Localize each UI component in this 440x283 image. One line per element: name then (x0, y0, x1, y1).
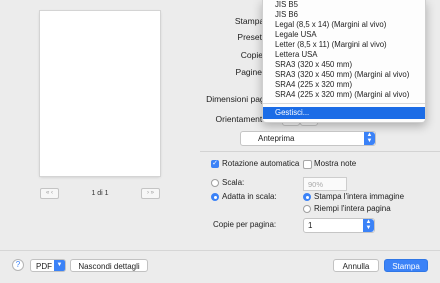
page-indicator: 1 di 1 (91, 190, 109, 197)
fit-scale-radio[interactable] (211, 193, 219, 201)
menu-item-sra3[interactable]: SRA3 (320 x 450 mm) (275, 60, 352, 69)
help-button[interactable]: ? (12, 259, 24, 271)
section-select-value: Anteprima (258, 134, 295, 143)
menu-item-manage[interactable]: Gestisci... (263, 107, 425, 119)
bottom-divider (0, 250, 440, 251)
chevron-updown-icon: ▲ ▼ (364, 132, 375, 145)
next-last-page-button[interactable]: › » (141, 188, 160, 199)
scale-radio[interactable] (211, 179, 219, 187)
print-preview-page (40, 11, 160, 176)
section-select[interactable]: Anteprima ▲ ▼ (240, 131, 376, 146)
show-notes-label: Mostra note (314, 159, 357, 168)
menu-item-jis-b6[interactable]: JIS B6 (275, 10, 298, 19)
scale-label: Scala: (222, 178, 245, 187)
pages-label: Pagine (235, 67, 262, 77)
print-entire-image-radio[interactable] (303, 193, 311, 201)
copies-per-page-select[interactable]: 1 ▲ ▼ (303, 218, 375, 233)
pdf-label: PDF (36, 261, 52, 271)
fit-scale-label: Adatta in scala: (222, 192, 277, 201)
menu-item-legal-us[interactable]: Legale USA (275, 30, 317, 39)
menu-item-letter-borderless[interactable]: Letter (8,5 x 11) (Margini al vivo) (275, 40, 387, 49)
hide-details-button[interactable]: Nascondi dettagli (70, 259, 148, 272)
fill-entire-paper-label: Riempi l'intera pagina (314, 204, 391, 213)
orientation-label: Orientamento (215, 114, 268, 124)
auto-rotate-checkbox[interactable]: ✓ (211, 160, 219, 168)
copies-per-page-label: Copie per pagina: (213, 220, 277, 229)
paper-size-menu: JIS B5 JIS B6 Legal (8,5 x 14) (Margini … (262, 0, 426, 123)
chevron-down-icon: ▼ (54, 260, 65, 271)
copies-label: Copie (240, 50, 263, 60)
pdf-menu-button[interactable]: PDF ▼ (30, 259, 66, 272)
menu-separator (263, 103, 425, 104)
menu-item-legal-borderless[interactable]: Legal (8,5 x 14) (Margini al vivo) (275, 20, 386, 29)
presets-label: Preset (237, 32, 262, 42)
preview-pager: « ‹ 1 di 1 › » (40, 188, 160, 199)
menu-item-sra3-borderless[interactable]: SRA3 (320 x 450 mm) (Margini al vivo) (275, 70, 409, 79)
cancel-button[interactable]: Annulla (333, 259, 379, 272)
auto-rotate-label: Rotazione automatica (222, 159, 300, 168)
section-divider (200, 151, 440, 152)
fill-entire-paper-radio[interactable] (303, 205, 311, 213)
copies-per-page-value: 1 (308, 221, 313, 230)
menu-item-sra4-borderless[interactable]: SRA4 (225 x 320 mm) (Margini al vivo) (275, 90, 409, 99)
menu-item-jis-b5[interactable]: JIS B5 (275, 0, 298, 9)
print-entire-image-label: Stampa l'intera immagine (314, 192, 405, 201)
chevron-updown-icon: ▲ ▼ (363, 219, 374, 232)
show-notes-checkbox[interactable] (303, 160, 312, 169)
print-button[interactable]: Stampa (384, 259, 428, 272)
scale-input[interactable]: 90% (303, 177, 347, 191)
menu-item-letter-us[interactable]: Lettera USA (275, 50, 317, 59)
first-prev-page-button[interactable]: « ‹ (40, 188, 59, 199)
menu-item-sra4[interactable]: SRA4 (225 x 320 mm) (275, 80, 352, 89)
menu-item-manage-label: Gestisci... (275, 108, 310, 117)
scale-value: 90% (308, 179, 324, 189)
